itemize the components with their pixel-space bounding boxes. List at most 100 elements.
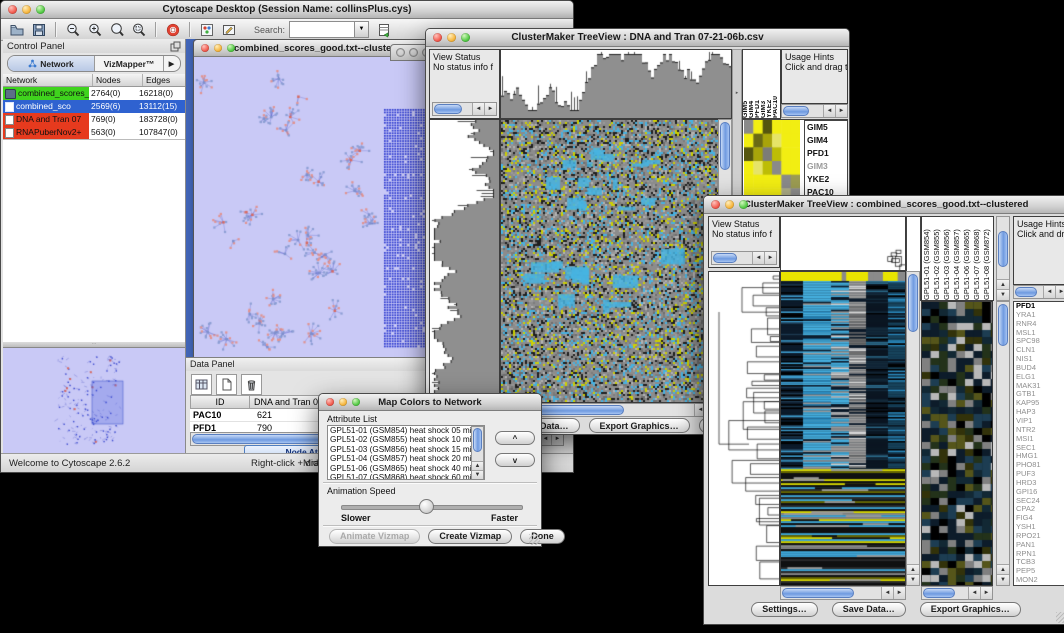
zoom-button[interactable]: [352, 398, 360, 406]
usage-hints-scrollbar[interactable]: ◄►: [781, 104, 848, 118]
vizmapper-icon[interactable]: [198, 21, 216, 39]
zoom-vscrollbar[interactable]: ▲▼: [996, 301, 1010, 586]
minimize-button[interactable]: [409, 48, 418, 57]
view-status-scrollbar[interactable]: ◄►: [711, 251, 777, 265]
experiment-label[interactable]: GPL51-08 (GSM872): [982, 217, 992, 300]
resize-grip[interactable]: [1056, 612, 1064, 623]
attribute-list-scrollbar[interactable]: ▲▼: [471, 426, 484, 480]
zoom-fit-icon[interactable]: [130, 21, 148, 39]
move-down-button[interactable]: v: [495, 453, 535, 467]
view-status-scrollbar[interactable]: ◄►: [432, 102, 497, 116]
new-attribute-icon[interactable]: [216, 374, 237, 395]
zoom-selected-icon[interactable]: [108, 21, 126, 39]
experiment-label[interactable]: GPL51-02 (GSM855): [932, 217, 942, 300]
usage-hints-scrollbar[interactable]: ◄►: [1013, 285, 1064, 299]
close-button[interactable]: [711, 200, 720, 209]
zoom-out-icon[interactable]: [64, 21, 82, 39]
network-table-header[interactable]: Network Nodes Edges: [3, 74, 185, 87]
gene-label[interactable]: MON2: [1014, 576, 1064, 585]
float-panel-icon[interactable]: [170, 41, 181, 52]
attribute-item[interactable]: GPL51-04 (GSM857) heat shock 20 min: [328, 454, 472, 463]
treeview-button[interactable]: Export Graphics…: [589, 418, 690, 433]
gene-label[interactable]: GIM3: [805, 160, 847, 173]
zoom-in-icon[interactable]: [86, 21, 104, 39]
zoom-heatmap-canvas[interactable]: [921, 301, 993, 586]
treeview-button[interactable]: Save Data…: [832, 602, 906, 617]
annotation-icon[interactable]: [220, 21, 238, 39]
gene-label[interactable]: YKE2: [805, 173, 847, 186]
close-button[interactable]: [8, 5, 17, 14]
dialog-titlebar[interactable]: Map Colors to Network: [319, 394, 541, 411]
zoom-hscrollbar[interactable]: ◄►: [921, 586, 993, 600]
zoom-button[interactable]: [739, 200, 748, 209]
row-dendrogram-canvas[interactable]: [429, 119, 500, 403]
heatmap-vscrollbar[interactable]: ▲▼: [906, 271, 920, 586]
attribute-item[interactable]: GPL51-03 (GSM856) heat shock 15 min: [328, 445, 472, 454]
main-titlebar[interactable]: Cytoscape Desktop (Session Name: collins…: [1, 1, 573, 19]
row-dendrogram-canvas[interactable]: [708, 271, 780, 586]
search-input[interactable]: ▼: [289, 21, 369, 38]
minimize-button[interactable]: [447, 33, 456, 42]
heatmap-hscrollbar[interactable]: ◄►: [780, 586, 906, 600]
attribute-item[interactable]: GPL51-01 (GSM854) heat shock 05 min: [328, 426, 472, 435]
open-file-icon[interactable]: [8, 21, 26, 39]
experiment-label[interactable]: GPL51-03 (GSM856): [942, 217, 952, 300]
treeview-button[interactable]: Export Graphics…: [920, 602, 1021, 617]
select-attributes-icon[interactable]: [191, 374, 212, 395]
network-row[interactable]: combined_sco 2569(6) 13112(15): [3, 100, 185, 113]
help-ring-icon[interactable]: [164, 21, 182, 39]
search-dropdown-icon[interactable]: ▼: [354, 22, 368, 37]
close-button[interactable]: [396, 48, 405, 57]
resize-grip[interactable]: [529, 534, 540, 545]
experiment-label[interactable]: GPL51-01 (GSM854): [922, 217, 932, 300]
network-overview-canvas[interactable]: [3, 348, 183, 452]
global-heatmap-canvas[interactable]: [780, 271, 906, 586]
move-up-button[interactable]: ^: [495, 431, 535, 445]
minimize-button[interactable]: [214, 44, 222, 52]
experiment-label[interactable]: GPL51-07 (GSM868): [972, 217, 982, 300]
close-button[interactable]: [326, 398, 334, 406]
delete-attribute-icon[interactable]: [241, 374, 262, 395]
attribute-listbox[interactable]: GPL51-01 (GSM854) heat shock 05 minGPL51…: [327, 425, 485, 480]
labels-vscrollbar[interactable]: ▲▼: [996, 216, 1010, 301]
array-label[interactable]: PAC10: [773, 82, 779, 118]
close-button[interactable]: [433, 33, 442, 42]
attribute-item[interactable]: GPL51-07 (GSM868) heat shock 60 min: [328, 473, 472, 480]
column-dendrogram-canvas[interactable]: [780, 216, 906, 271]
tab-network[interactable]: Network: [8, 56, 95, 71]
attribute-item[interactable]: GPL51-02 (GSM855) heat shock 10 min: [328, 435, 472, 444]
zoom-matrix-canvas[interactable]: [744, 120, 800, 202]
treeview-button[interactable]: Settings…: [751, 602, 818, 617]
tab-overflow-arrow[interactable]: ▶: [164, 56, 179, 71]
gene-label[interactable]: PFD1: [805, 147, 847, 160]
minimize-button[interactable]: [725, 200, 734, 209]
gene-label[interactable]: GIM5: [805, 121, 847, 134]
dialog-button[interactable]: Done: [520, 529, 565, 544]
network-row[interactable]: combined_scores_ 2764(0) 16218(0): [3, 87, 185, 100]
experiment-label[interactable]: GPL51-06 (GSM865): [962, 217, 972, 300]
close-button[interactable]: [201, 44, 209, 52]
dialog-button[interactable]: Create Vizmap: [428, 529, 512, 544]
animation-speed-slider-thumb[interactable]: [419, 499, 434, 514]
zoom-button[interactable]: [36, 5, 45, 14]
save-icon[interactable]: [30, 21, 48, 39]
global-heatmap-canvas[interactable]: [500, 119, 719, 403]
network-list-empty-area[interactable]: [3, 139, 185, 342]
zoom-button[interactable]: [461, 33, 470, 42]
experiment-label[interactable]: GPL51-04 (GSM857): [952, 217, 962, 300]
treeview-combined-titlebar[interactable]: ClusterMaker TreeView : combined_scores_…: [704, 196, 1064, 214]
minimize-button[interactable]: [339, 398, 347, 406]
zoom-button[interactable]: [227, 44, 235, 52]
dialog-button[interactable]: Animate Vizmap: [329, 529, 420, 544]
attribute-item[interactable]: GPL51-06 (GSM865) heat shock 40 min: [328, 464, 472, 473]
tab-vizmapper[interactable]: VizMapper™: [95, 56, 164, 71]
network-view-canvas[interactable]: [194, 57, 430, 357]
network-row[interactable]: DNA and Tran 07 769(0) 183728(0): [3, 113, 185, 126]
treeview-dna-titlebar[interactable]: ClusterMaker TreeView : DNA and Tran 07-…: [426, 29, 849, 47]
network-overview-panel[interactable]: [3, 347, 185, 454]
minimize-button[interactable]: [22, 5, 31, 14]
import-table-icon[interactable]: [375, 21, 393, 39]
column-dendrogram-canvas[interactable]: [500, 49, 732, 119]
network-row[interactable]: RNAPuberNov2+ 563(0) 107847(0): [3, 126, 185, 139]
gene-label[interactable]: GIM4: [805, 134, 847, 147]
